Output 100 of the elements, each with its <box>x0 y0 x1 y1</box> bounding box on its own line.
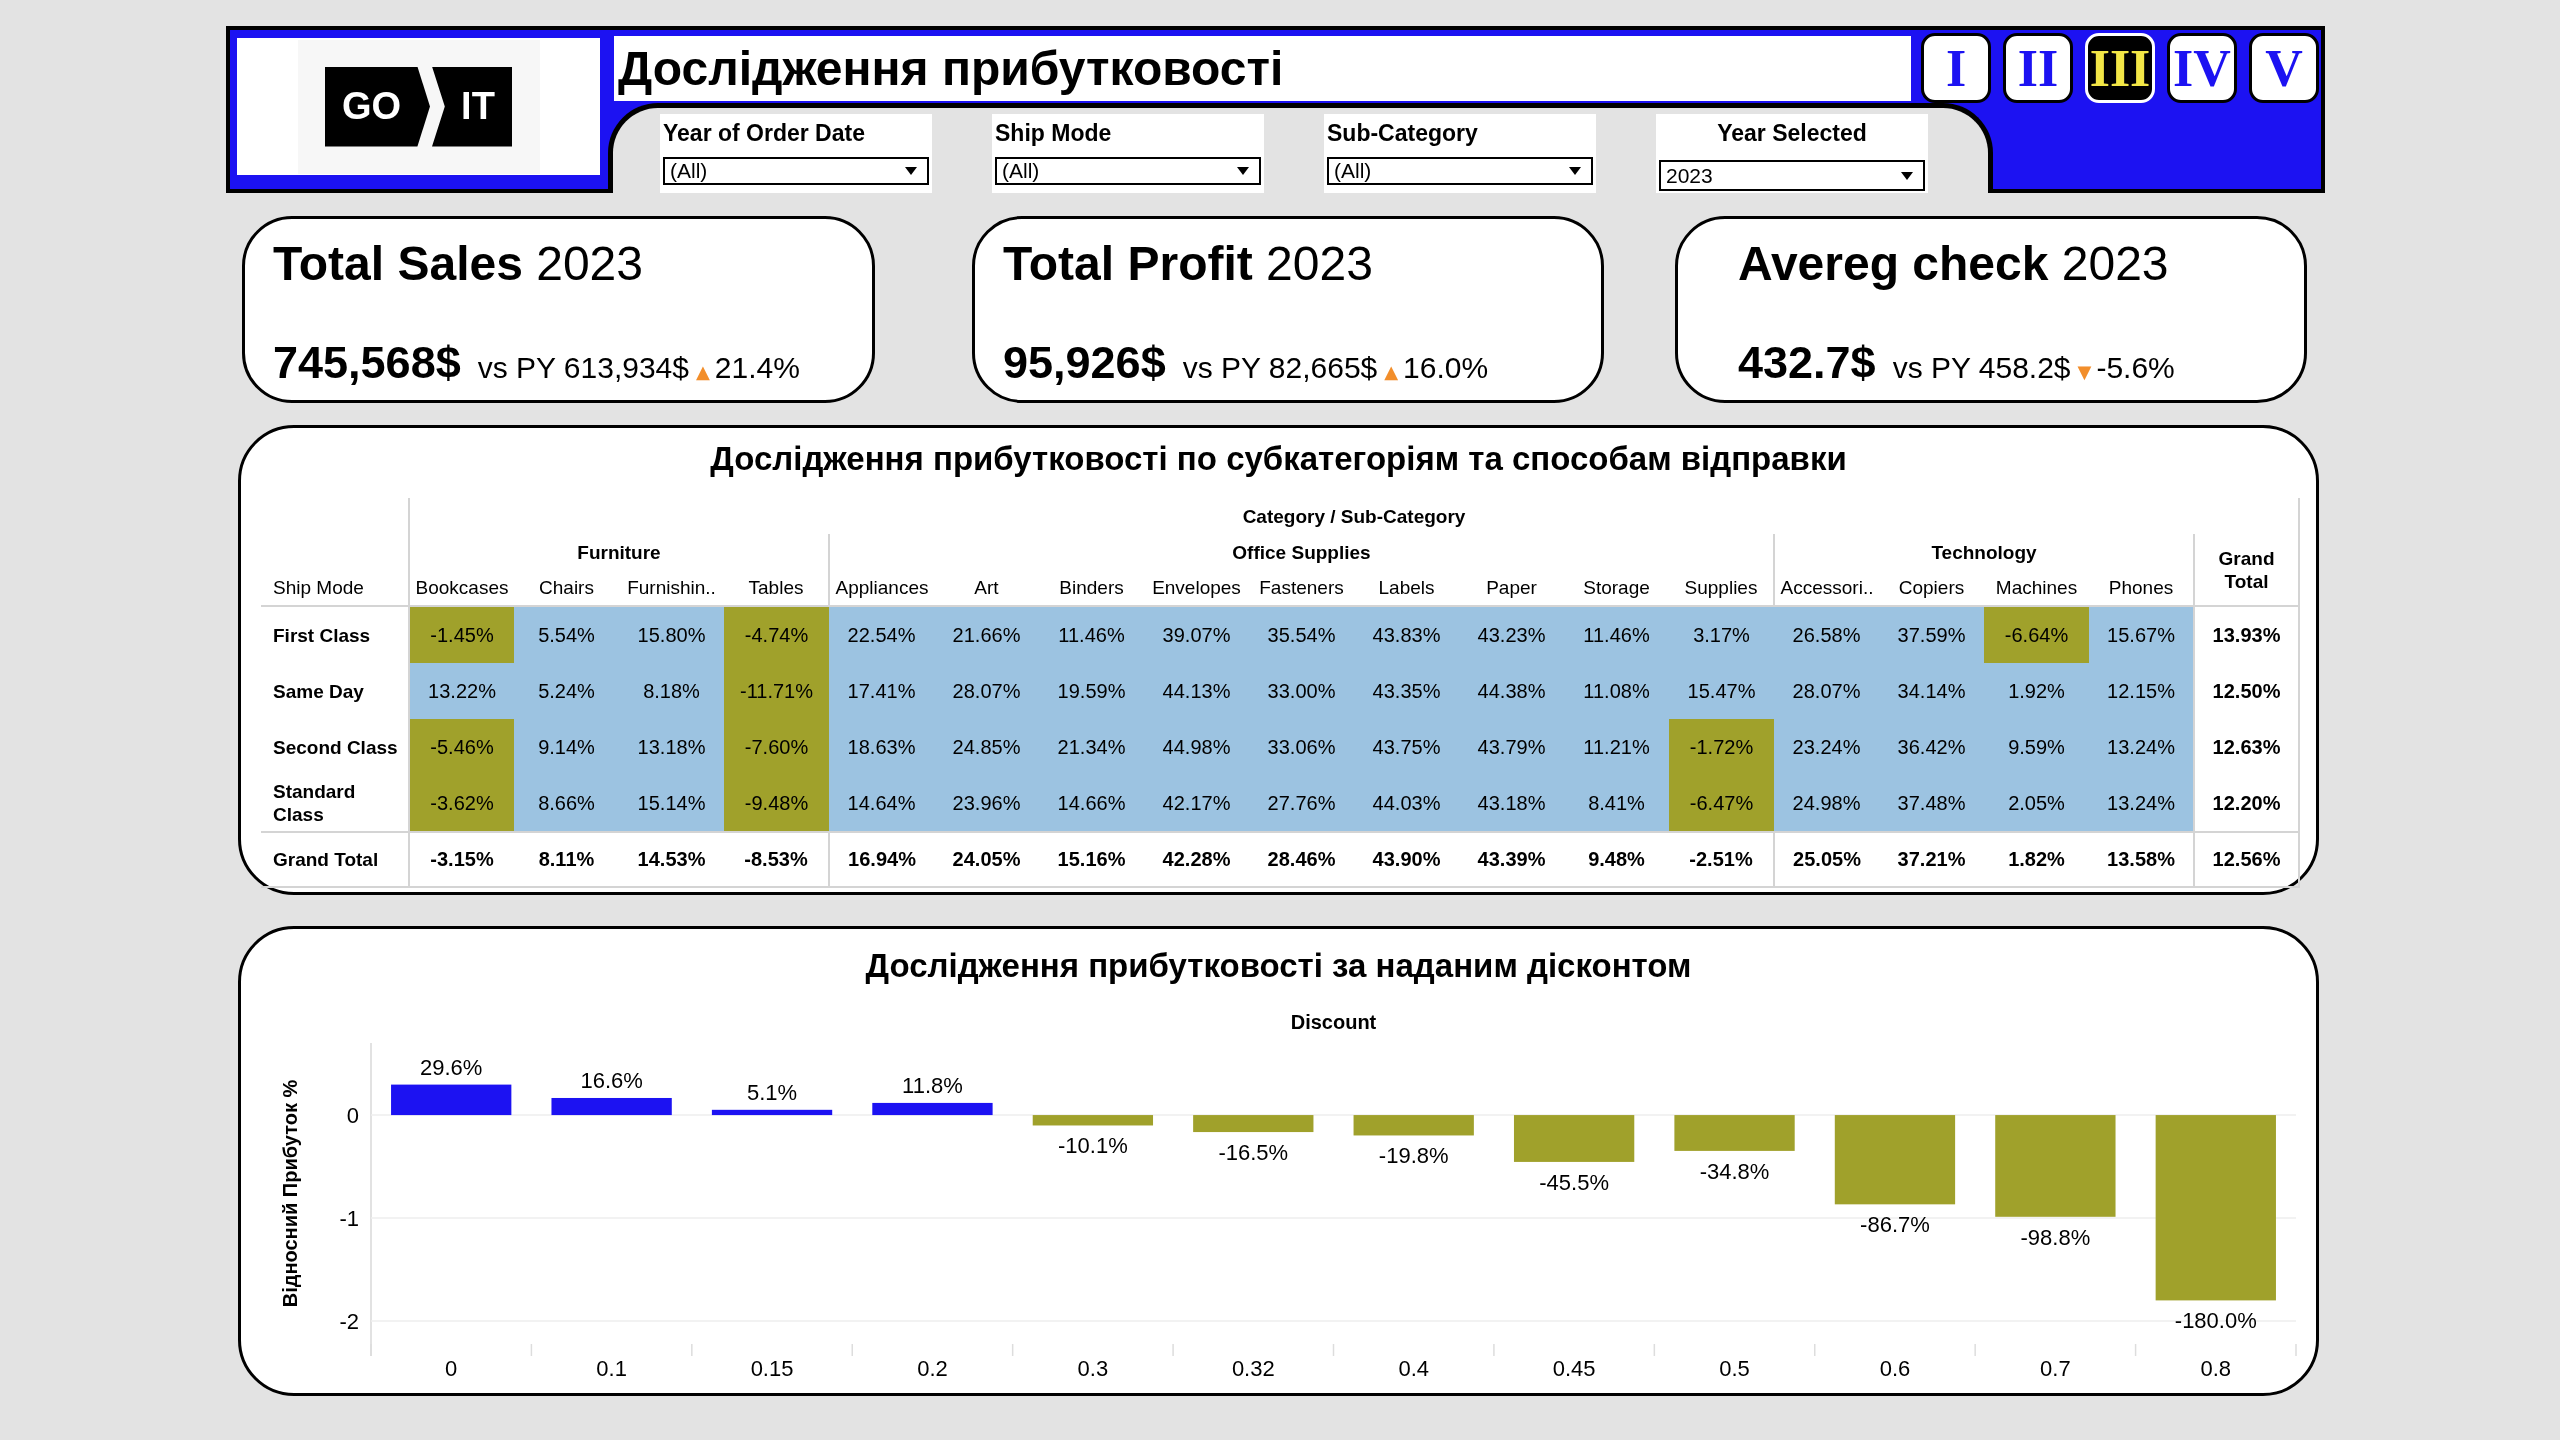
value-label: -45.5% <box>1539 1169 1609 1195</box>
table-cell: 24.85% <box>934 719 1039 775</box>
table-cell: -5.46% <box>409 719 514 775</box>
table-cell: 34.14% <box>1879 663 1984 719</box>
value-label: -10.1% <box>1058 1133 1128 1159</box>
table-cell: 11.21% <box>1564 719 1669 775</box>
total-cell: 25.05% <box>1774 832 1879 887</box>
table-cell: 13.24% <box>2089 775 2194 832</box>
table-cell: 1.92% <box>1984 663 2089 719</box>
table-cell: 3.17% <box>1669 606 1774 663</box>
table-cell: -7.60% <box>724 719 829 775</box>
table-cell: 28.07% <box>934 663 1039 719</box>
filter-label: Year Selected <box>1716 119 1868 148</box>
logo-text: IT <box>432 66 512 147</box>
table-cell: 36.42% <box>1879 719 1984 775</box>
table-cell: 15.80% <box>619 606 724 663</box>
table-cell: 8.41% <box>1564 775 1669 832</box>
triangle-icon: ▼ <box>2077 361 2092 382</box>
table-cell: 13.18% <box>619 719 724 775</box>
category-header: Furniture <box>409 534 829 570</box>
category-header: Office Supplies <box>829 534 1774 570</box>
table-cell: 2.05% <box>1984 775 2089 832</box>
filter-label: Sub-Category <box>1327 119 1479 148</box>
table-cell: 43.18% <box>1459 775 1564 832</box>
x-axis-label: 0.45 <box>1552 1356 1596 1381</box>
total-cell: 13.58% <box>2089 832 2194 887</box>
table-cell: 8.66% <box>514 775 619 832</box>
table-cell: 8.18% <box>619 663 724 719</box>
triangle-icon: ▲ <box>1384 361 1399 382</box>
column-group-title: Category / Sub-Category <box>409 498 2300 534</box>
total-cell: -8.53% <box>724 832 829 887</box>
page-button[interactable]: IV <box>2167 33 2237 103</box>
y-axis-label: -1 <box>339 1206 359 1232</box>
total-cell: 9.48% <box>1564 832 1669 887</box>
table-cell: 28.07% <box>1774 663 1879 719</box>
value-label: -19.8% <box>1378 1143 1449 1169</box>
kpi-value: 745,568$ <box>273 337 461 389</box>
table-cell: 21.66% <box>934 606 1039 663</box>
total-cell: 1.82% <box>1984 832 2089 887</box>
table-cell: 33.00% <box>1249 663 1354 719</box>
table-cell: 23.24% <box>1774 719 1879 775</box>
page-button[interactable]: II <box>2003 33 2073 103</box>
axis-title: Discount <box>1290 1011 1377 1033</box>
kpi-title: Total Profit 2023 <box>1003 236 1373 292</box>
table-cell: -9.48% <box>724 775 829 832</box>
x-axis-label: 0.1 <box>596 1356 627 1381</box>
total-cell: 12.56% <box>2194 832 2300 887</box>
dropdown[interactable]: (All) <box>663 157 929 185</box>
page-button[interactable]: I <box>1921 33 1991 103</box>
table-cell: 14.64% <box>829 775 934 832</box>
table-cell: 11.46% <box>1564 606 1669 663</box>
table-cell: 5.54% <box>514 606 619 663</box>
caret-icon <box>1237 167 1249 175</box>
total-cell: 15.16% <box>1039 832 1144 887</box>
row-header: Grand Total <box>261 832 409 887</box>
table-cell: 33.06% <box>1249 719 1354 775</box>
table-cell: 35.54% <box>1249 606 1354 663</box>
table-cell: 43.79% <box>1459 719 1564 775</box>
panel-title: Дослідження прибутковості по субкатегоріям та способам відправки <box>709 439 1848 479</box>
page-button[interactable]: III <box>2085 33 2155 103</box>
total-cell: 12.50% <box>2194 663 2300 719</box>
kpi-comparison: vs PY 458.2$ <box>1892 351 2071 385</box>
table-cell: 37.48% <box>1879 775 1984 832</box>
table-cell: 43.83% <box>1354 606 1459 663</box>
total-cell: 16.94% <box>829 832 934 887</box>
table-cell: 39.07% <box>1144 606 1249 663</box>
dropdown[interactable]: (All) <box>995 157 1261 185</box>
kpi-change: -5.6% <box>2096 351 2175 385</box>
total-cell: 43.90% <box>1354 832 1459 887</box>
logo-text: GO <box>325 66 430 147</box>
filter-label: Ship Mode <box>995 119 1113 148</box>
table-cell: 11.08% <box>1564 663 1669 719</box>
column-header: Grand Total <box>2194 534 2300 606</box>
table-cell: 44.03% <box>1354 775 1459 832</box>
table-cell: 9.59% <box>1984 719 2089 775</box>
total-cell: 12.63% <box>2194 719 2300 775</box>
table-cell: 15.67% <box>2089 606 2194 663</box>
table-cell: 9.14% <box>514 719 619 775</box>
x-axis-label: 0.3 <box>1077 1356 1109 1381</box>
table-cell: 5.24% <box>514 663 619 719</box>
table-cell: 44.13% <box>1144 663 1249 719</box>
total-cell: 24.05% <box>934 832 1039 887</box>
table-cell: 43.75% <box>1354 719 1459 775</box>
caret-icon <box>1901 171 1913 180</box>
dropdown[interactable]: 2023 <box>1659 160 1925 191</box>
total-cell: -3.15% <box>409 832 514 887</box>
x-axis-label: 0.4 <box>1398 1356 1429 1381</box>
table-cell: 13.24% <box>2089 719 2194 775</box>
kpi-title: Total Sales 2023 <box>273 236 643 292</box>
table-cell: 43.35% <box>1354 663 1459 719</box>
table-cell: 42.17% <box>1144 775 1249 832</box>
dropdown[interactable]: (All) <box>1327 157 1593 185</box>
page-button[interactable]: V <box>2249 33 2319 103</box>
triangle-icon: ▲ <box>696 361 710 382</box>
x-axis-label: 0 <box>445 1356 458 1381</box>
kpi-comparison: vs PY 82,665$ <box>1182 351 1378 385</box>
value-label: 16.6% <box>580 1068 643 1093</box>
table-cell: 21.34% <box>1039 719 1144 775</box>
value-label: 29.6% <box>420 1054 483 1080</box>
value-label: -16.5% <box>1218 1140 1289 1166</box>
